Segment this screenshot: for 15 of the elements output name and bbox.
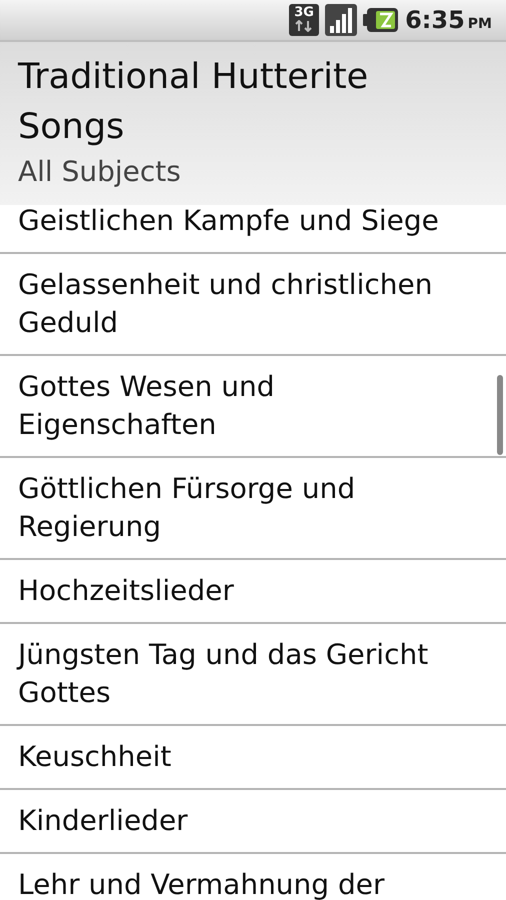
app-subtitle: All Subjects bbox=[18, 154, 182, 190]
list-item[interactable]: Jüngsten Tag und das Gericht Gottes bbox=[0, 624, 506, 726]
network-icon: 3G bbox=[289, 4, 320, 36]
list-item[interactable]: Geistlichen Kampfe und Siege bbox=[0, 205, 506, 254]
list-item[interactable]: Keuschheit bbox=[0, 726, 506, 790]
clock-meridiem: PM bbox=[468, 15, 492, 34]
battery-icon bbox=[363, 7, 400, 33]
list-item[interactable]: Hochzeitslieder bbox=[0, 560, 506, 624]
app-title: Traditional Hutterite Songs bbox=[18, 56, 370, 149]
list-item[interactable]: Gelassenheit und christlichen Geduld bbox=[0, 254, 506, 356]
signal-icon bbox=[325, 4, 358, 36]
list-item[interactable]: Lehr und Vermahnung der bbox=[0, 854, 506, 900]
clock-time: 6:35 bbox=[405, 5, 465, 36]
list-item[interactable]: Göttlichen Fürsorge und Regierung bbox=[0, 458, 506, 560]
list-item[interactable]: Kinderlieder bbox=[0, 790, 506, 854]
